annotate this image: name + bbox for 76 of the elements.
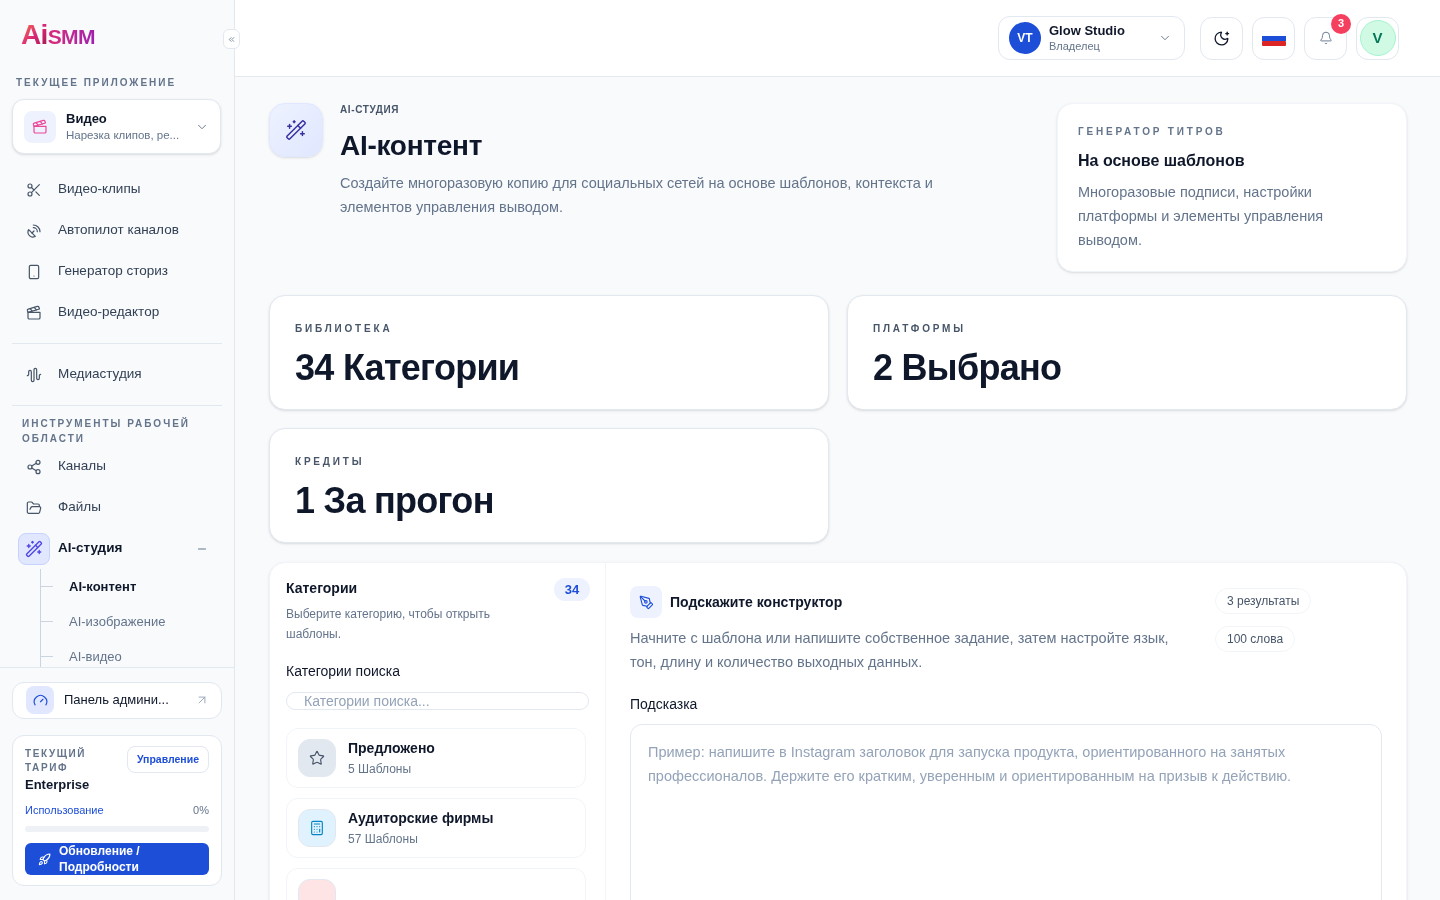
section-label: ТЕКУЩЕЕ ПРИЛОЖЕНИЕ bbox=[16, 77, 177, 89]
app-subtitle: Нарезка клипов, ре... bbox=[66, 128, 180, 143]
info-chip: 100 слова bbox=[1215, 626, 1296, 652]
info-chip: 3 результаты bbox=[1215, 588, 1312, 614]
category-template-count: 57 Шаблоны bbox=[348, 831, 418, 847]
app-selector[interactable]: Видео Нарезка клипов, ре... bbox=[12, 99, 221, 154]
nav-item[interactable]: Каналы bbox=[12, 446, 222, 487]
workspace-avatar: VT bbox=[1009, 22, 1041, 54]
builder-title: Подскажите конструктор bbox=[670, 592, 843, 612]
notification-badge: 3 bbox=[1331, 13, 1351, 34]
workspace-role: Владелец bbox=[1049, 38, 1100, 54]
info-eyebrow: ГЕНЕРАТОР ТИТРОВ bbox=[1078, 126, 1226, 138]
stat-value: 2 Выбрано bbox=[873, 348, 1062, 388]
nav-item[interactable]: AI-студия bbox=[12, 528, 222, 569]
waveform-icon bbox=[26, 366, 42, 383]
stat-label: ПЛАТФОРМЫ bbox=[873, 323, 966, 335]
stat-value: 1 За прогон bbox=[295, 481, 494, 521]
categories-description: Выберите категорию, чтобы открыть шаблоны. bbox=[286, 606, 491, 643]
nav-item[interactable]: Видео-клипы bbox=[12, 169, 222, 210]
nav-item[interactable]: Генератор сториз bbox=[12, 251, 222, 292]
flag-icon bbox=[1261, 30, 1286, 46]
nav-item[interactable]: Файлы bbox=[12, 487, 222, 528]
info-description: Многоразовые подписи, настройки платформы и элементы управления выводом. bbox=[1078, 183, 1325, 250]
categories-title: Категории bbox=[286, 579, 358, 598]
pen-icon bbox=[630, 586, 662, 618]
admin-panel-link[interactable]: Панель админи... bbox=[12, 681, 222, 719]
rocket-icon bbox=[38, 852, 51, 866]
page-description: Создайте многоразовую копию для социальных сетей на основе шаблонов, контекста и элементов управления выводом. bbox=[340, 174, 934, 217]
nav-item[interactable]: Видео-редактор bbox=[12, 292, 222, 333]
scissors-icon bbox=[26, 181, 42, 198]
hero-eyebrow: AI-СТУДИЯ bbox=[340, 104, 400, 116]
prompt-field[interactable]: Пример: напишите в Instagram заголовок для запуска продукта, ориентированного на занятых профессионалов. Держите его кратким, уверенным и ориентированным на призыв к действию. bbox=[630, 724, 1382, 900]
prompt-label: Подсказка bbox=[630, 695, 698, 714]
clapperboard-icon bbox=[26, 304, 42, 321]
app-title: Видео bbox=[66, 110, 107, 127]
magic-wand-icon bbox=[269, 103, 323, 157]
upgrade-button[interactable]: Обновление / Подробности bbox=[25, 843, 209, 875]
phone-icon bbox=[26, 263, 42, 280]
category-name: Предложено bbox=[348, 739, 435, 758]
moon-icon bbox=[1213, 29, 1230, 47]
info-title: На основе шаблонов bbox=[1078, 151, 1245, 171]
theme-toggle-button[interactable] bbox=[1200, 16, 1243, 60]
nav-item[interactable]: Автопилот каналов bbox=[12, 210, 222, 251]
manage-button[interactable]: Управление bbox=[126, 745, 209, 774]
nav-item[interactable]: Медиастудия bbox=[12, 354, 222, 395]
subnav-item[interactable]: AI-контент bbox=[69, 576, 137, 597]
stat-label: КРЕДИТЫ bbox=[295, 456, 365, 468]
bell-icon bbox=[1318, 31, 1333, 45]
chevrons-left-icon bbox=[227, 34, 236, 44]
category-card[interactable]: Предложено 5 Шаблоны bbox=[286, 728, 586, 788]
categories-count-badge: 34 bbox=[554, 578, 590, 601]
share-icon bbox=[26, 458, 42, 475]
category-card[interactable]: Аудиторские фирмы 57 Шаблоны bbox=[286, 798, 586, 858]
stat-label: БИБЛИОТЕКА bbox=[295, 323, 393, 335]
search-label: Категории поиска bbox=[286, 662, 400, 681]
plan-name: Enterprise bbox=[25, 775, 90, 793]
gauge-icon bbox=[26, 686, 54, 714]
workspace-name: Glow Studio bbox=[1049, 22, 1125, 39]
satellite-dish-icon bbox=[26, 222, 42, 239]
language-button[interactable] bbox=[1252, 16, 1295, 60]
subnav-item[interactable]: AI-изображение bbox=[69, 611, 166, 632]
usage-value: 0% bbox=[193, 802, 209, 818]
plan-label: ТЕКУЩИЙ ТАРИФ bbox=[25, 746, 88, 775]
category-template-count: 5 Шаблоны bbox=[348, 761, 412, 777]
stat-value: 34 Категории bbox=[295, 348, 520, 388]
workspace-selector[interactable]: VT Glow Studio Владелец bbox=[998, 16, 1185, 60]
category-name: Аудиторские фирмы bbox=[348, 809, 494, 828]
section-label: ИНСТРУМЕНТЫ РАБОЧЕЙ ОБЛАСТИ bbox=[22, 416, 191, 446]
folder-icon bbox=[26, 499, 42, 516]
builder-description: Начните с шаблона или напишите собственное задание, затем настройте язык, тон, длину и количество выходных данных. bbox=[630, 629, 1170, 672]
page-title: AI-контент bbox=[340, 129, 483, 163]
subnav-item[interactable]: AI-видео bbox=[69, 646, 122, 667]
category-search-field[interactable]: Категории поиска... bbox=[286, 692, 589, 710]
clapperboard-icon bbox=[24, 110, 56, 143]
magic-wand-icon bbox=[18, 532, 50, 565]
usage-label: Использование bbox=[25, 802, 104, 818]
